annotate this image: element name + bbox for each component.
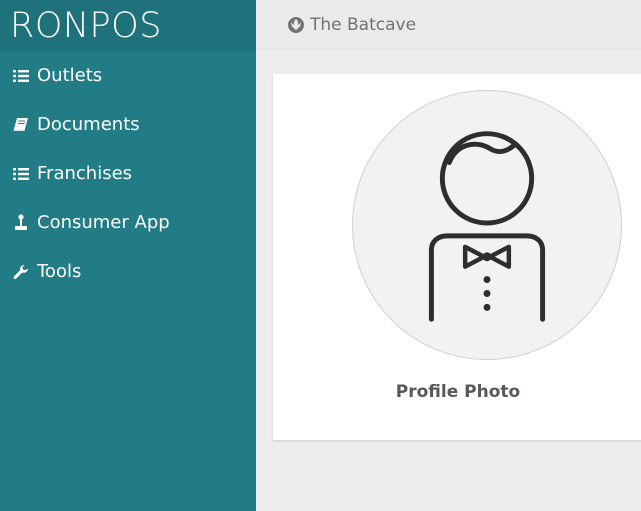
sidebar-item-franchises[interactable]: Franchises (0, 149, 256, 198)
sidebar-item-consumer-app[interactable]: Consumer App (0, 198, 256, 247)
sidebar-item-label: Consumer App (37, 212, 170, 233)
wrench-icon (12, 263, 30, 281)
profile-photo[interactable] (352, 90, 622, 360)
profile-photo-label: Profile Photo (395, 382, 521, 402)
sidebar-item-tools[interactable]: Tools (0, 247, 256, 296)
profile-card: Profile Photo (273, 74, 641, 440)
brand-logo[interactable]: RONPOS (0, 0, 256, 51)
sidebar: RONPOS Outlets Documents Franchises Cons… (0, 0, 256, 511)
list-icon (12, 67, 30, 85)
main-content: Profile Photo (256, 50, 641, 511)
rebel-alliance-icon (287, 16, 305, 34)
app-root: RONPOS Outlets Documents Franchises Cons… (0, 0, 641, 511)
book-icon (12, 116, 30, 134)
top-bar: The Batcave (256, 0, 641, 50)
sidebar-item-outlets[interactable]: Outlets (0, 51, 256, 100)
joystick-icon (12, 214, 30, 232)
sidebar-item-documents[interactable]: Documents (0, 100, 256, 149)
sidebar-item-label: Documents (37, 114, 140, 135)
sidebar-item-label: Franchises (37, 163, 133, 184)
person-bowtie-avatar-icon (428, 131, 546, 322)
sidebar-item-label: Tools (37, 261, 82, 282)
page-title: The Batcave (310, 14, 417, 35)
list-icon (12, 165, 30, 183)
sidebar-item-label: Outlets (37, 65, 103, 86)
